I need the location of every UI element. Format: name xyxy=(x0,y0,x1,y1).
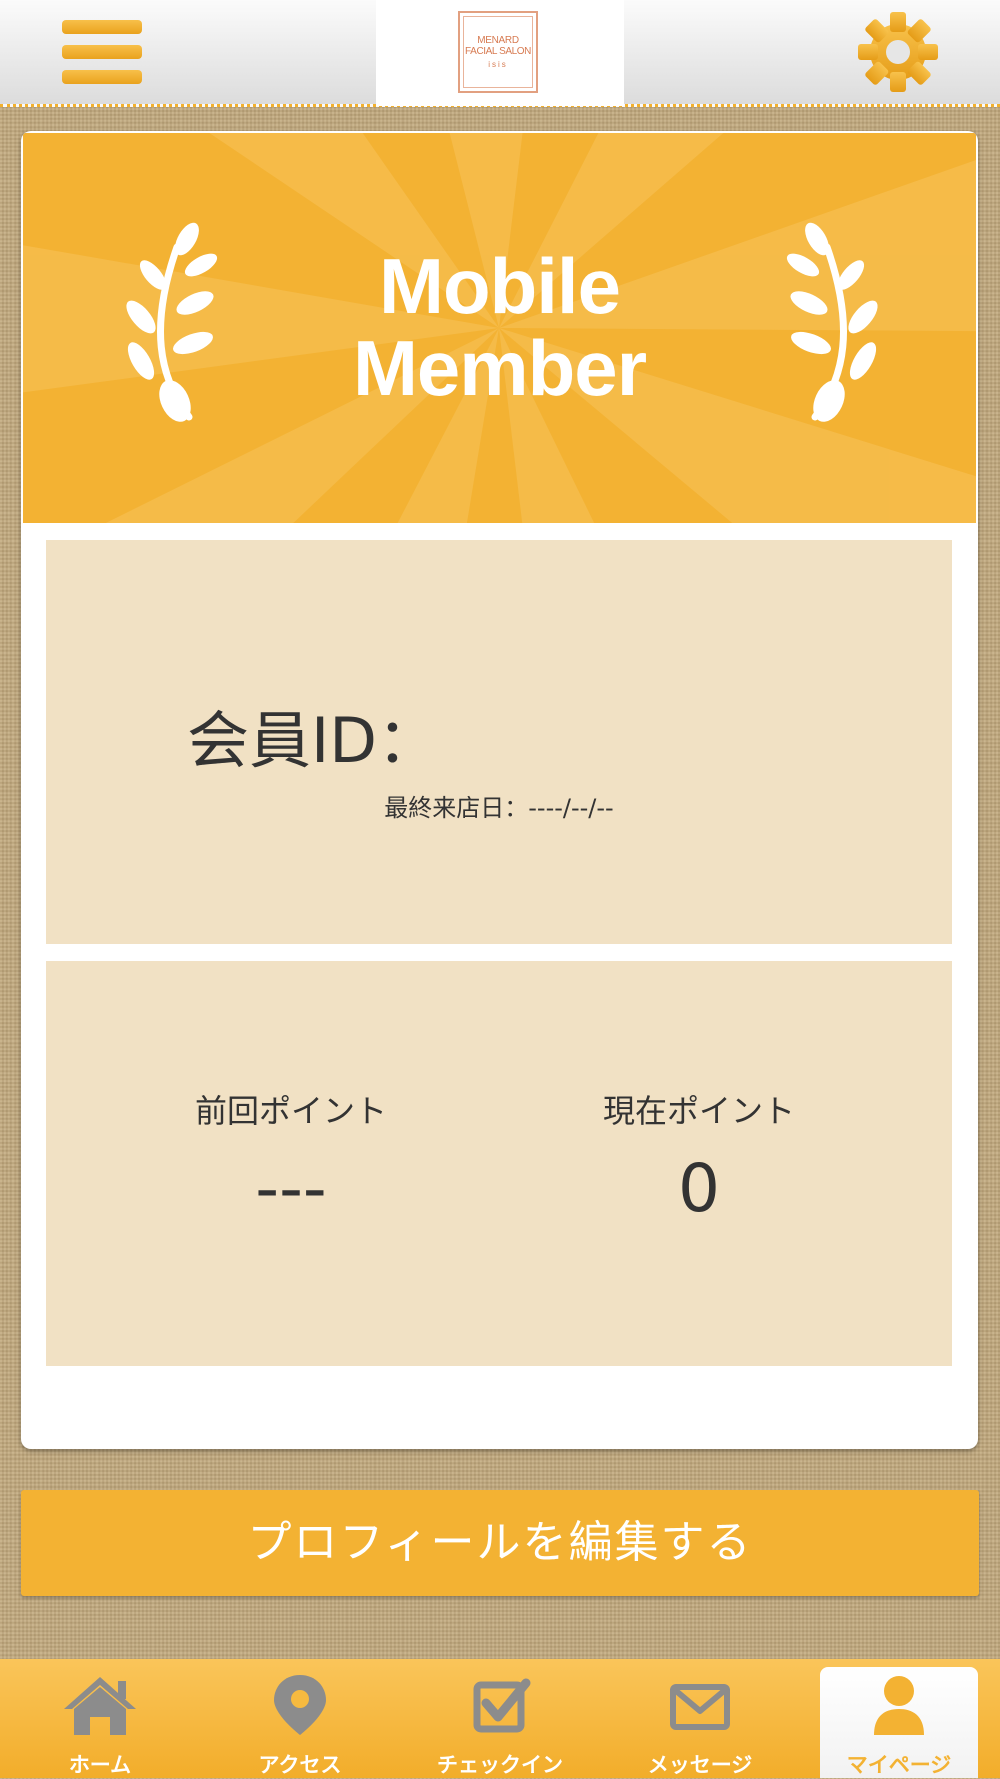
current-points-label: 現在ポイント xyxy=(602,1092,795,1130)
current-points: 現在ポイント 0 xyxy=(549,1091,849,1227)
envelope-icon xyxy=(670,1684,730,1730)
tab-label: アクセス xyxy=(258,1753,342,1777)
logo-tab[interactable]: MENARD FACIAL SALON isis xyxy=(376,0,624,106)
tab-access[interactable]: アクセス xyxy=(200,1659,400,1778)
member-banner: Mobile Member xyxy=(23,133,976,523)
tab-checkin[interactable]: チェックイン xyxy=(400,1659,600,1778)
member-id-label: 会員ID： xyxy=(187,704,440,777)
current-points-value: 0 xyxy=(678,1150,720,1227)
hamburger-menu-icon[interactable] xyxy=(62,18,142,88)
banner-title: Mobile Member xyxy=(352,242,647,412)
tab-label: メッセージ xyxy=(647,1753,753,1777)
tab-label: チェックイン xyxy=(437,1753,563,1777)
person-icon xyxy=(874,1676,924,1735)
member-id-panel: 会員ID： 最終来店日：----/--/-- xyxy=(46,540,952,944)
tab-home[interactable]: ホーム xyxy=(0,1659,200,1778)
last-visit-date: 最終来店日：----/--/-- xyxy=(384,794,614,822)
logo-line-1: MENARD xyxy=(477,34,519,46)
previous-points: 前回ポイント --- xyxy=(141,1091,441,1227)
map-pin-icon xyxy=(274,1675,326,1735)
checkbox-icon xyxy=(473,1678,531,1733)
tab-message[interactable]: メッセージ xyxy=(600,1659,800,1778)
tab-label: マイページ xyxy=(846,1753,952,1777)
logo-line-3: isis xyxy=(488,59,508,69)
bottom-tab-bar: ホーム アクセス チェックイン メッセージ マイページ xyxy=(0,1659,1000,1778)
logo-line-2: FACIAL SALON xyxy=(465,46,531,58)
points-panel: 前回ポイント --- 現在ポイント 0 xyxy=(46,961,952,1366)
app-header: MENARD FACIAL SALON isis xyxy=(0,0,1000,107)
salon-logo: MENARD FACIAL SALON isis xyxy=(458,11,538,93)
edit-profile-button[interactable]: プロフィールを編集する xyxy=(21,1490,979,1596)
tab-mypage[interactable]: マイページ xyxy=(820,1667,978,1778)
home-icon xyxy=(64,1677,136,1735)
previous-points-value: --- xyxy=(255,1150,327,1227)
previous-points-label: 前回ポイント xyxy=(194,1092,387,1130)
tab-label: ホーム xyxy=(68,1753,132,1777)
gear-icon[interactable] xyxy=(856,10,940,94)
member-card: Mobile Member 会員ID： 最終来店日：----/--/-- 前回ポ… xyxy=(21,131,978,1449)
